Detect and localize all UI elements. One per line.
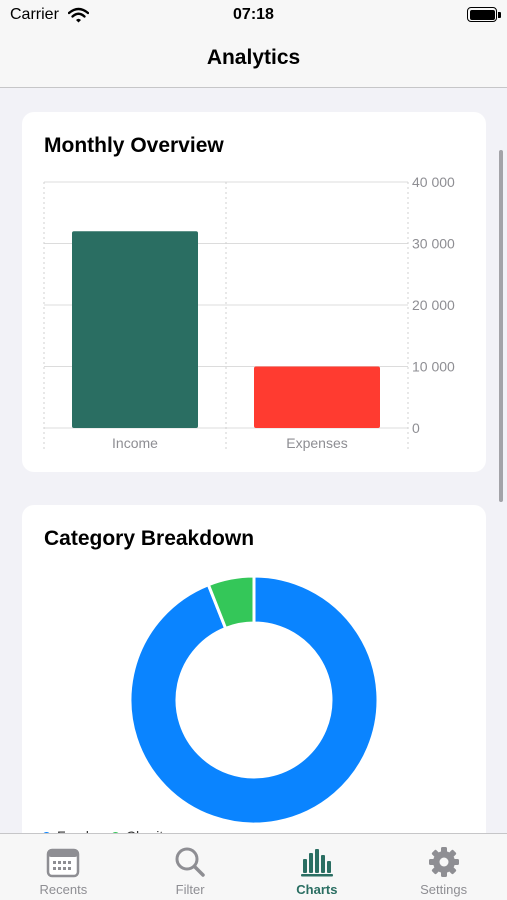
tab-bar: Recents Filter Charts Settings [0,833,507,900]
y-tick-label: 20 000 [412,297,455,313]
y-tick-label: 10 000 [412,359,455,375]
search-icon [175,847,205,877]
tab-recents[interactable]: Recents [0,834,127,900]
category-breakdown-donut-chart [128,574,380,826]
bar-income [72,231,198,428]
monthly-overview-card: Monthly Overview 0 10 000 20 000 30 000 40 0… [22,112,486,472]
y-tick-label: 30 000 [412,236,455,252]
tab-charts[interactable]: Charts [254,834,381,900]
monthly-overview-bar-chart: 0 10 000 20 000 30 000 40 000 Income Expenses [43,174,455,451]
navigation-bar: Analytics [0,34,507,88]
gear-icon [428,847,459,877]
bar-chart-icon [300,849,333,877]
y-tick-label: 0 [412,420,420,436]
tab-filter[interactable]: Filter [127,834,254,900]
content-scroll-area[interactable]: Monthly Overview 0 10 000 20 000 30 000 40 0… [0,89,507,833]
x-tick-label: Expenses [286,435,347,451]
battery-icon [467,7,497,22]
tab-charts-label: Charts [296,882,338,897]
battery-cap [498,12,501,18]
y-tick-label: 40 000 [412,174,455,190]
category-breakdown-card: Category Breakdown FoodCharity [22,505,486,833]
x-tick-label: Income [112,435,158,451]
tab-filter-label: Filter [175,882,205,897]
status-bar: Carrier 07:18 [0,0,507,34]
calendar-icon [47,848,80,878]
scroll-indicator[interactable] [499,150,503,502]
page-title: Analytics [206,46,301,69]
status-time: 07:18 [233,6,274,23]
bar-expenses [254,366,380,428]
tab-recents-label: Recents [39,882,88,897]
tab-settings-label: Settings [420,882,468,897]
tab-settings[interactable]: Settings [380,834,507,900]
